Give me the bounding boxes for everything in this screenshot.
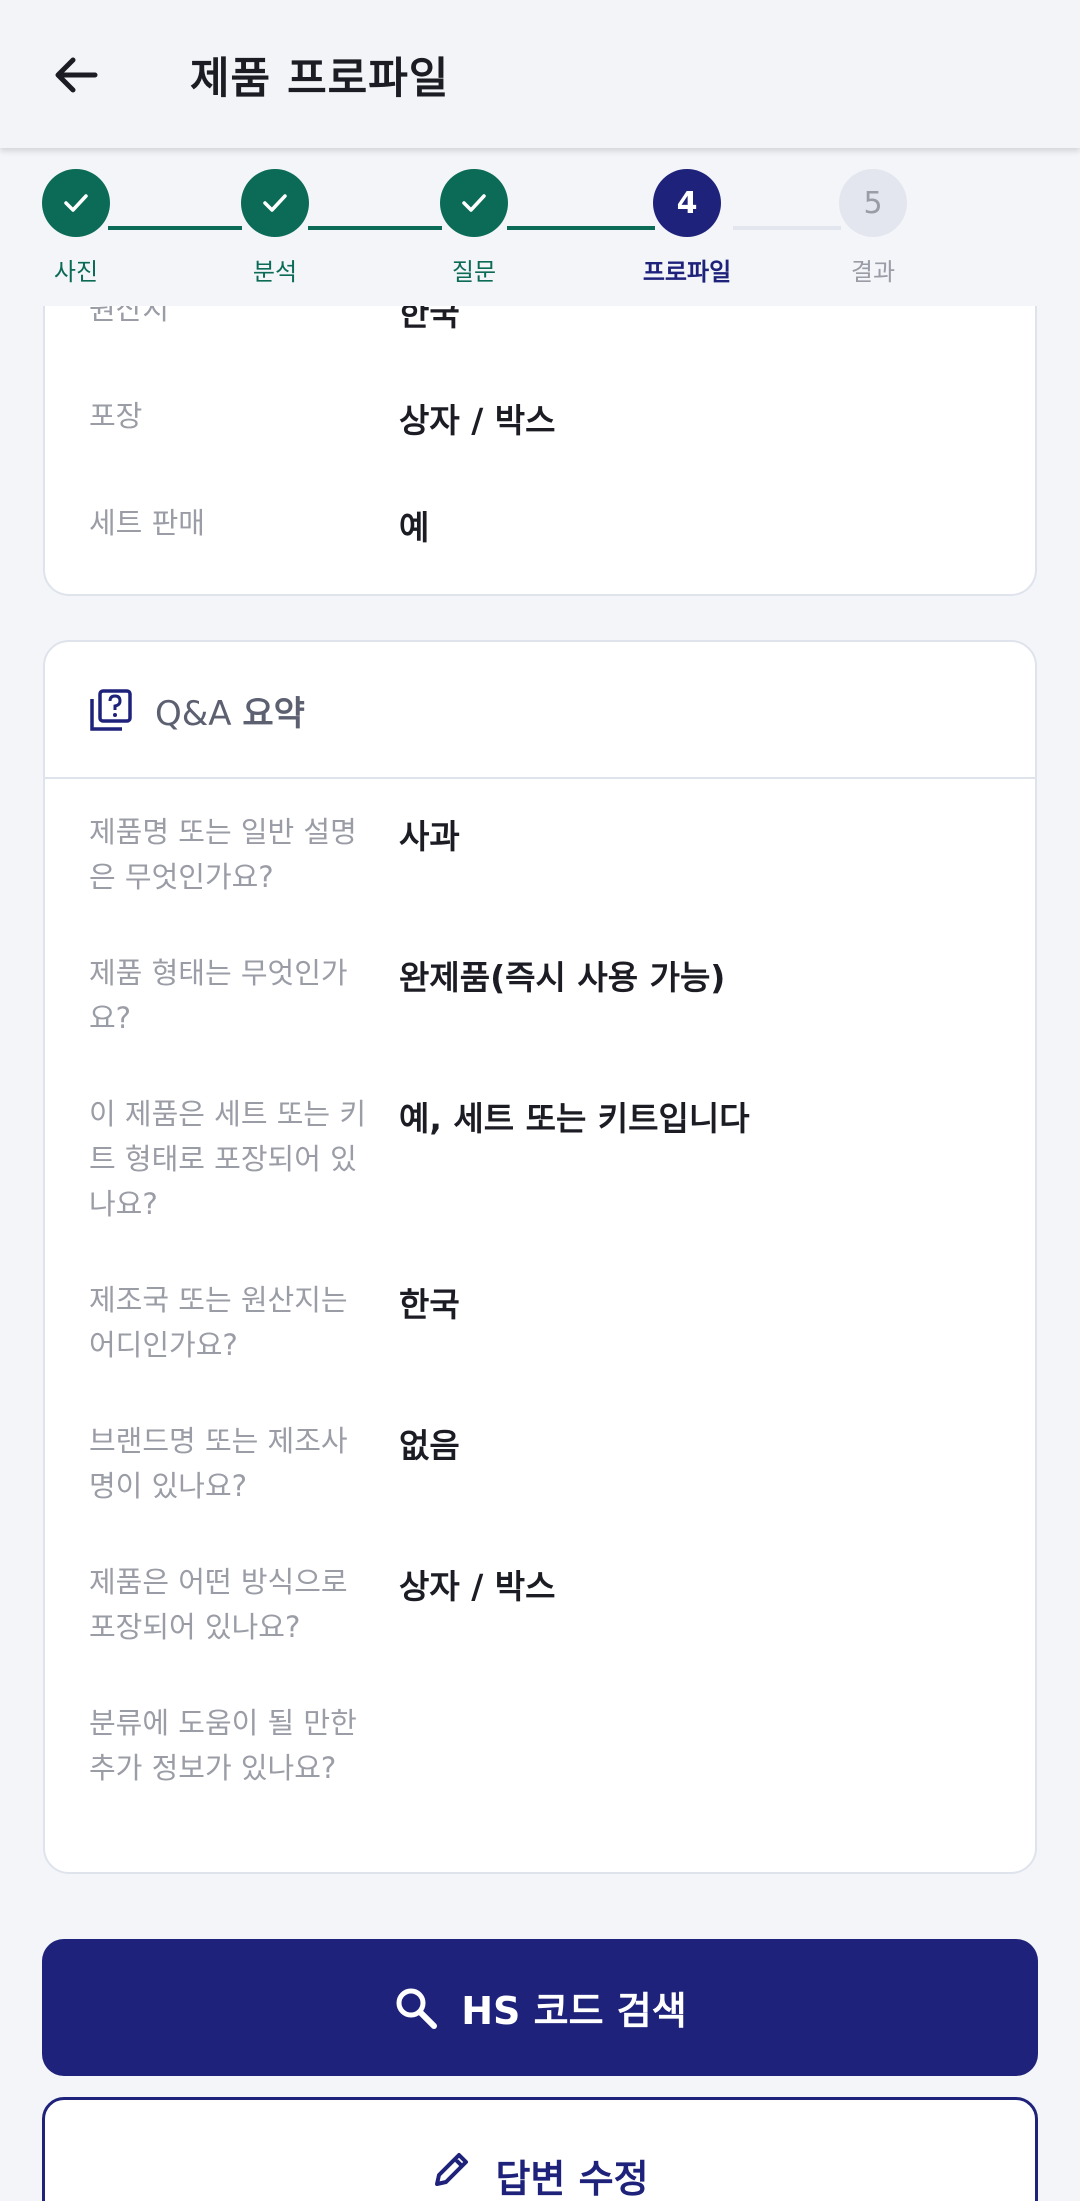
qa-answer: 한국 bbox=[399, 1285, 460, 1324]
step-1-done bbox=[42, 169, 110, 237]
step-connector bbox=[108, 226, 242, 230]
edit-answers-label: 답변 수정 bbox=[495, 2157, 649, 2201]
page-title: 제품 프로파일 bbox=[190, 54, 450, 104]
qa-answer: 완제품(즉시 사용 가능) bbox=[399, 958, 726, 997]
hs-code-search-button[interactable]: HS 코드 검색 bbox=[42, 1939, 1038, 2076]
qa-question: 제품명 또는 일반 설명은 무엇인가요? bbox=[89, 815, 357, 894]
step-label-questions: 질문 bbox=[451, 258, 497, 286]
quiz-icon bbox=[90, 689, 132, 731]
arrow-left-icon bbox=[55, 57, 98, 93]
step-label-photo: 사진 bbox=[53, 258, 99, 286]
hs-code-search-label: HS 코드 검색 bbox=[461, 1989, 687, 2033]
check-icon bbox=[263, 194, 287, 212]
qa-question: 제품은 어떤 방식으로 포장되어 있나요? bbox=[89, 1565, 348, 1644]
step-connector bbox=[733, 226, 841, 230]
app-bar: 제품 프로파일 bbox=[0, 0, 1080, 148]
qa-question: 브랜드명 또는 제조사명이 있나요? bbox=[89, 1424, 348, 1503]
step-4-current: 4 bbox=[653, 169, 721, 237]
card-divider bbox=[45, 777, 1035, 779]
qa-question: 이 제품은 세트 또는 키트 형태로 포장되어 있나요? bbox=[89, 1097, 366, 1221]
step-label-analysis: 분석 bbox=[252, 258, 298, 286]
pencil-icon bbox=[435, 2153, 469, 2186]
step-connector bbox=[507, 226, 655, 230]
edit-answers-button[interactable]: 답변 수정 bbox=[42, 2097, 1038, 2201]
back-button[interactable] bbox=[40, 40, 110, 110]
profile-value-set-sale: 예 bbox=[399, 508, 430, 547]
qa-question: 분류에 도움이 될 만한 추가 정보가 있나요? bbox=[89, 1706, 357, 1785]
profile-label-set-sale: 세트 판매 bbox=[89, 506, 205, 540]
step-label-result: 결과 bbox=[850, 258, 896, 286]
qa-card-title: Q&A 요약 bbox=[155, 686, 305, 735]
qa-card-title-prefix: Q&A bbox=[155, 694, 232, 734]
step-2-done bbox=[241, 169, 309, 237]
check-icon bbox=[462, 194, 486, 212]
qa-answer: 없음 bbox=[399, 1426, 460, 1465]
step-label-profile: 프로파일 bbox=[642, 258, 732, 286]
check-icon bbox=[64, 194, 88, 212]
qa-answer: 상자 / 박스 bbox=[399, 1567, 556, 1606]
qa-card-title-text: 요약 bbox=[242, 694, 305, 734]
qa-answer: 예, 세트 또는 키트입니다 bbox=[399, 1099, 750, 1138]
step-connector bbox=[308, 226, 442, 230]
qa-summary-card: Q&A 요약 제품명 또는 일반 설명은 무엇인가요? 사과 제품 형태는 무엇… bbox=[43, 640, 1037, 1874]
step-3-done bbox=[440, 169, 508, 237]
profile-value-packaging: 상자 / 박스 bbox=[399, 401, 556, 440]
qa-answer: 사과 bbox=[399, 817, 460, 856]
profile-label-packaging: 포장 bbox=[89, 399, 143, 433]
qa-question: 제조국 또는 원산지는 어디인가요? bbox=[89, 1283, 348, 1362]
search-icon bbox=[396, 1988, 438, 2029]
step-5-pending: 5 bbox=[839, 169, 907, 237]
qa-question: 제품 형태는 무엇인가요? bbox=[89, 956, 348, 1035]
